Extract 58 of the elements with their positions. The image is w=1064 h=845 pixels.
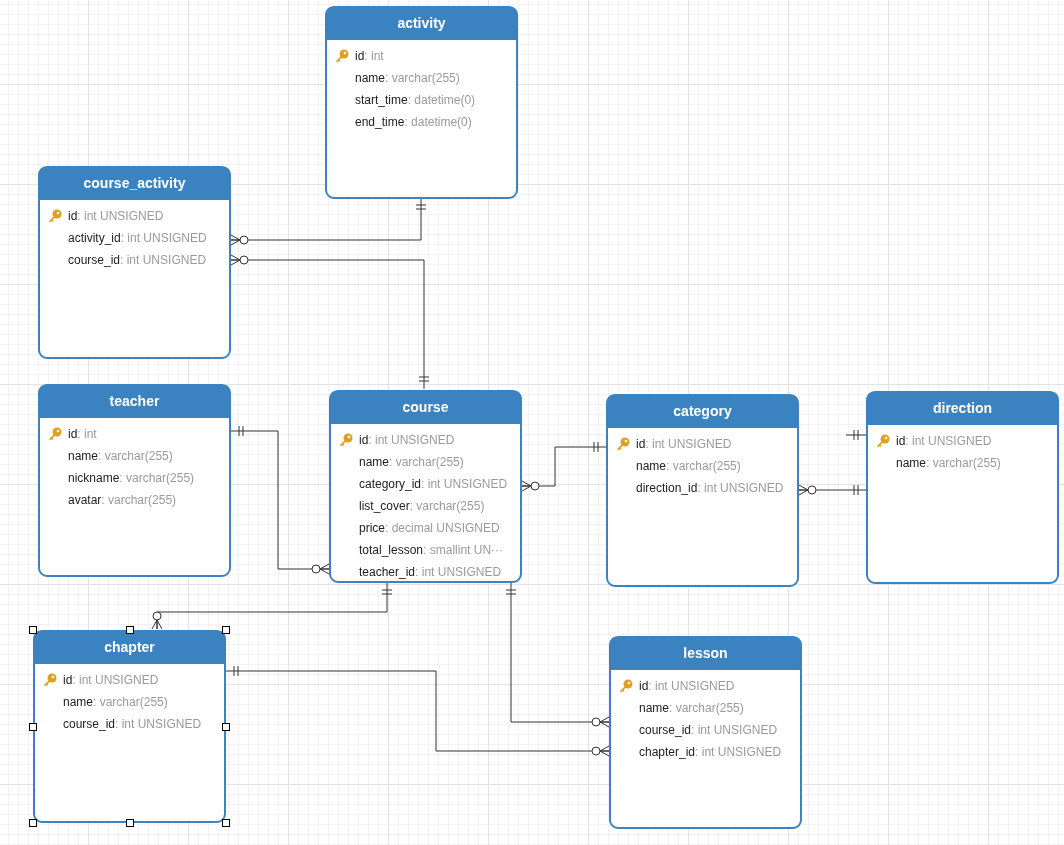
- table-title: lesson: [610, 637, 801, 670]
- field-type: : int UNSIGNED: [115, 716, 202, 733]
- field-type: : varchar(255): [101, 492, 177, 509]
- table-card[interactable]: activity id: int name: varchar(255) start_time: datetime(0) end_time: datetime(0): [325, 6, 518, 199]
- field-type: : varchar(255): [409, 498, 485, 515]
- field-name: course_id: [639, 722, 692, 739]
- field-type: : varchar(255): [669, 700, 744, 717]
- table-card[interactable]: lesson id: int UNSIGNED name: varchar(255) course_id: int UNSIGNED chapter_id: int UNSIGNED: [609, 636, 802, 829]
- table-title: direction: [867, 392, 1058, 425]
- field-name: category_id: [359, 476, 422, 493]
- field-type: : int UNSIGNED: [645, 436, 732, 453]
- field-type: : int UNSIGNED: [691, 722, 778, 739]
- table-card[interactable]: course id: int UNSIGNED name: varchar(255) category_id: int UNSIGNED list_cover: varchar(255) price: decimal UNSIGNED total_lesson: smallint UN··· teacher_id: int UNSIGNED: [329, 390, 522, 583]
- field-type: : varchar(255): [98, 448, 173, 465]
- field-name: chapter_id: [639, 744, 696, 761]
- field-type: : varchar(255): [385, 70, 460, 87]
- field-type: : int UNSIGNED: [697, 480, 784, 497]
- field-type: : varchar(255): [666, 458, 741, 475]
- field-type: : varchar(255): [389, 454, 464, 471]
- field-name: course_id: [63, 716, 116, 733]
- field-type: : int UNSIGNED: [72, 672, 159, 689]
- table-title: course_activity: [39, 167, 230, 200]
- field-type: : varchar(255): [93, 694, 168, 711]
- field-name: activity_id: [68, 230, 121, 247]
- field-type: : int: [77, 426, 97, 443]
- field-type: : int UNSIGNED: [77, 208, 164, 225]
- table-title: course: [330, 391, 521, 424]
- field-name: total_lesson: [359, 542, 424, 559]
- table-title: chapter: [34, 631, 225, 664]
- table-title: teacher: [39, 385, 230, 418]
- field-type: : datetime(0): [407, 92, 476, 109]
- table-card[interactable]: course_activity id: int UNSIGNED activity_id: int UNSIGNED course_id: int UNSIGNED: [38, 166, 231, 359]
- field-type: : datetime(0): [404, 114, 472, 131]
- field-type: : int UNSIGNED: [648, 678, 735, 695]
- field-name: list_cover: [359, 498, 410, 515]
- field-type: : int: [364, 48, 384, 65]
- field-type: : int UNSIGNED: [905, 433, 992, 450]
- field-name: teacher_id: [359, 564, 416, 581]
- table-title: category: [607, 395, 798, 428]
- connector-line: [845, 434, 867, 436]
- field-type: : varchar(255): [119, 470, 195, 487]
- table-card[interactable]: chapter id: int UNSIGNED name: varchar(255) course_id: int UNSIGNED: [33, 630, 226, 823]
- table-card[interactable]: category id: int UNSIGNED name: varchar(255) direction_id: int UNSIGNED: [606, 394, 799, 587]
- table-card[interactable]: teacher id: int name: varchar(255) nickname: varchar(255) avatar: varchar(255): [38, 384, 231, 577]
- table-card[interactable]: direction id: int UNSIGNED name: varchar(255): [866, 391, 1059, 584]
- field-type: : int UNSIGNED: [368, 432, 455, 449]
- field-name: course_id: [68, 252, 121, 269]
- field-type: : int UNSIGNED: [695, 744, 782, 761]
- field-type: : int UNSIGNED: [421, 476, 508, 493]
- table-title: activity: [326, 7, 517, 40]
- field-name: start_time: [355, 92, 408, 109]
- field-type: : int UNSIGNED: [415, 564, 502, 581]
- field-type: : varchar(255): [926, 455, 1001, 472]
- field-type: : decimal UNSIGNED: [385, 520, 500, 537]
- field-name: price: [359, 520, 385, 537]
- field-type: : int UNSIGNED: [120, 252, 207, 269]
- field-type: : int UNSIGNED: [120, 230, 207, 247]
- field-type: : smallint UN···: [423, 542, 504, 559]
